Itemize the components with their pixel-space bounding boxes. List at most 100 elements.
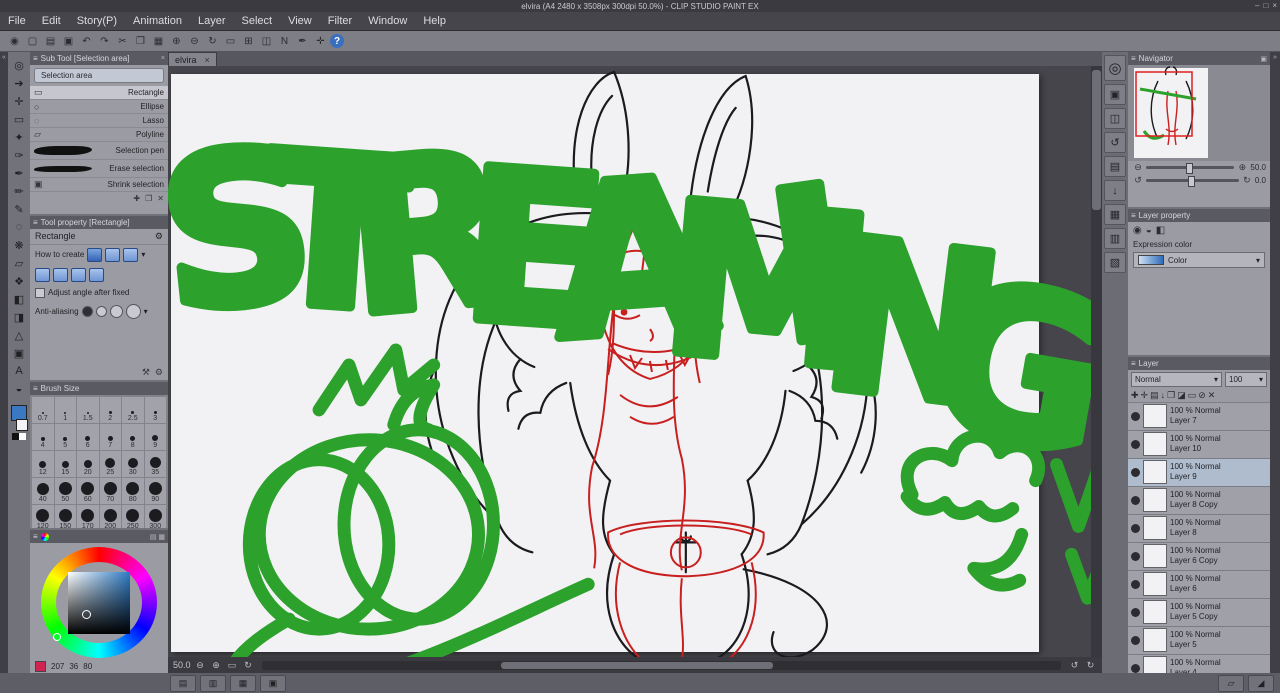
download-palette-icon[interactable]: ↓ <box>1104 180 1126 201</box>
operation-tool[interactable]: ➔ <box>10 74 28 92</box>
layer-row-layer-5-copy[interactable]: 100 % NormalLayer 5 Copy <box>1128 599 1270 627</box>
menu-animation[interactable]: Animation <box>125 12 190 30</box>
layer-mask-icon[interactable]: ◪ <box>1177 390 1186 401</box>
chevron-down-icon[interactable]: ▾ <box>141 250 145 259</box>
brush-size-40[interactable]: 40 <box>32 478 54 504</box>
eye-icon[interactable]: ◉ <box>6 33 23 49</box>
panel-menu-icon[interactable]: ≡ <box>33 532 38 541</box>
zoom-in-icon[interactable]: ⊕ <box>1236 162 1248 173</box>
redo-icon[interactable]: ↷ <box>96 33 113 49</box>
hue-wheel[interactable] <box>41 547 157 658</box>
sub-tool-item-selection-pen[interactable]: Selection pen <box>30 142 168 160</box>
panel-menu-icon[interactable]: ≡ <box>1131 54 1136 63</box>
layer-thumbnail[interactable] <box>1143 600 1167 624</box>
panel-menu-icon[interactable]: ≡ <box>33 54 38 63</box>
zoom-in-icon[interactable]: ⊕ <box>210 660 223 671</box>
zoom-in-icon[interactable]: ⊕ <box>168 33 185 49</box>
brush-size-120[interactable]: 120 <box>32 505 54 529</box>
memory-indicator-icon[interactable]: ▱ <box>1218 675 1244 692</box>
zoom-tool[interactable]: ◎ <box>10 56 28 74</box>
layer-row-layer-8[interactable]: 100 % NormalLayer 8 <box>1128 515 1270 543</box>
rotate-left-icon[interactable]: ↺ <box>1068 660 1081 671</box>
gear-icon[interactable]: ⚙ <box>155 231 163 242</box>
new-document-icon[interactable]: ▢ <box>24 33 41 49</box>
brush-size-50[interactable]: 50 <box>55 478 77 504</box>
menu-view[interactable]: View <box>280 12 320 30</box>
gradient-tool[interactable]: ◨ <box>10 308 28 326</box>
aa-none-option[interactable] <box>82 306 93 317</box>
merge-layer-icon[interactable]: ❐ <box>1167 390 1175 401</box>
layer-row-layer-10[interactable]: 100 % NormalLayer 10 <box>1128 431 1270 459</box>
layer-row-layer-5[interactable]: 100 % NormalLayer 5 <box>1128 627 1270 655</box>
timeline-palette-icon[interactable]: ▥ <box>1104 228 1126 249</box>
pen-pressure-icon[interactable]: ✒ <box>294 33 311 49</box>
layer-property-header[interactable]: ≡ Layer property <box>1128 209 1270 222</box>
layer-thumbnail[interactable] <box>1143 460 1167 484</box>
delete-sub-tool-icon[interactable]: ✕ <box>157 194 164 203</box>
layer-visibility-icon[interactable] <box>1131 636 1140 645</box>
layer-row-layer-4[interactable]: 100 % NormalLayer 4 <box>1128 655 1270 673</box>
reset-rotation-icon[interactable]: ↻ <box>242 660 255 671</box>
frame-border-tool[interactable]: ▣ <box>10 344 28 362</box>
navigator-thumbnail[interactable] <box>1128 65 1270 161</box>
brush-size-15[interactable]: 15 <box>55 451 77 477</box>
workspace-single-view-icon[interactable]: ▦ <box>230 675 256 692</box>
adjust-angle-checkbox[interactable] <box>35 288 45 298</box>
sub-tool-item-polyline[interactable]: ▱Polyline <box>30 128 168 142</box>
brush-size-12[interactable]: 12 <box>32 451 54 477</box>
saturation-value-square[interactable] <box>68 572 130 634</box>
brush-size-30[interactable]: 30 <box>122 451 144 477</box>
layer-row-layer-7[interactable]: 100 % NormalLayer 7 <box>1128 403 1270 431</box>
brush-size-6[interactable]: 6 <box>77 424 99 450</box>
sv-selector-dot[interactable] <box>82 610 91 619</box>
layer-visibility-icon[interactable] <box>1131 580 1140 589</box>
layer-visibility-icon[interactable] <box>1131 440 1140 449</box>
zoom-slider[interactable] <box>1146 166 1234 169</box>
zoom-out-icon[interactable]: ⊖ <box>194 660 207 671</box>
brush-size-60[interactable]: 60 <box>77 478 99 504</box>
current-color-chip[interactable] <box>35 661 46 672</box>
brush-size-70[interactable]: 70 <box>100 478 122 504</box>
delete-layer-icon[interactable]: ✕ <box>1208 390 1216 401</box>
zoom-out-icon[interactable]: ⊖ <box>1132 162 1144 173</box>
ruler-layer-icon[interactable]: ▭ <box>1188 390 1197 401</box>
add-to-selection-icon[interactable] <box>105 248 120 262</box>
eraser-tool[interactable]: ▱ <box>10 254 28 272</box>
collapse-left-dock-icon[interactable]: « <box>2 54 6 61</box>
material-palette-icon[interactable]: ▤ <box>1104 156 1126 177</box>
close-window-icon[interactable]: × <box>1272 0 1277 12</box>
sub-tool-item-lasso[interactable]: ◌Lasso <box>30 114 168 128</box>
panel-menu-icon[interactable]: ≡ <box>1131 359 1136 368</box>
panel-menu-icon[interactable]: ≡ <box>33 384 38 393</box>
fill-tool[interactable]: ◧ <box>10 290 28 308</box>
save-icon[interactable]: ▣ <box>60 33 77 49</box>
color-set-tab-icon[interactable]: ▦ <box>158 533 165 541</box>
brush-size-300[interactable]: 300 <box>145 505 167 529</box>
eyedropper-tool[interactable]: ✑ <box>10 146 28 164</box>
brush-size-7[interactable]: 7 <box>100 424 122 450</box>
gloved-hand-icon[interactable]: ✛ <box>312 33 329 49</box>
layer-visibility-icon[interactable] <box>1131 524 1140 533</box>
layer-thumbnail[interactable] <box>1143 656 1167 673</box>
layer-row-layer-9[interactable]: 100 % NormalLayer 9 <box>1128 459 1270 487</box>
airbrush-tool[interactable]: ◌ <box>10 218 28 236</box>
zoom-palette-icon[interactable]: ◎ <box>1104 55 1126 81</box>
menu-layer[interactable]: Layer <box>190 12 234 30</box>
subview-tab-icon[interactable]: ▣ <box>1260 55 1267 63</box>
create-new-selection-icon[interactable] <box>87 248 102 262</box>
rotate-left-icon[interactable]: ↺ <box>1132 175 1144 186</box>
aa-strong-option[interactable] <box>126 304 141 319</box>
panel-close-icon[interactable]: × <box>161 55 165 62</box>
bw-color-toggle[interactable] <box>12 433 26 440</box>
brush-size-3[interactable]: 3 <box>145 397 167 423</box>
new-folder-icon[interactable]: ▤ <box>1150 390 1159 401</box>
brush-size-90[interactable]: 90 <box>145 478 167 504</box>
layer-thumbnail[interactable] <box>1143 544 1167 568</box>
menu-help[interactable]: Help <box>415 12 454 30</box>
close-tab-icon[interactable]: × <box>205 55 210 65</box>
panel-menu-icon[interactable]: ≡ <box>1131 211 1136 220</box>
layer-visibility-icon[interactable] <box>1131 608 1140 617</box>
new-vector-layer-icon[interactable]: ✛ <box>1141 390 1149 401</box>
menu-file[interactable]: File <box>0 12 34 30</box>
brush-size-25[interactable]: 25 <box>100 451 122 477</box>
